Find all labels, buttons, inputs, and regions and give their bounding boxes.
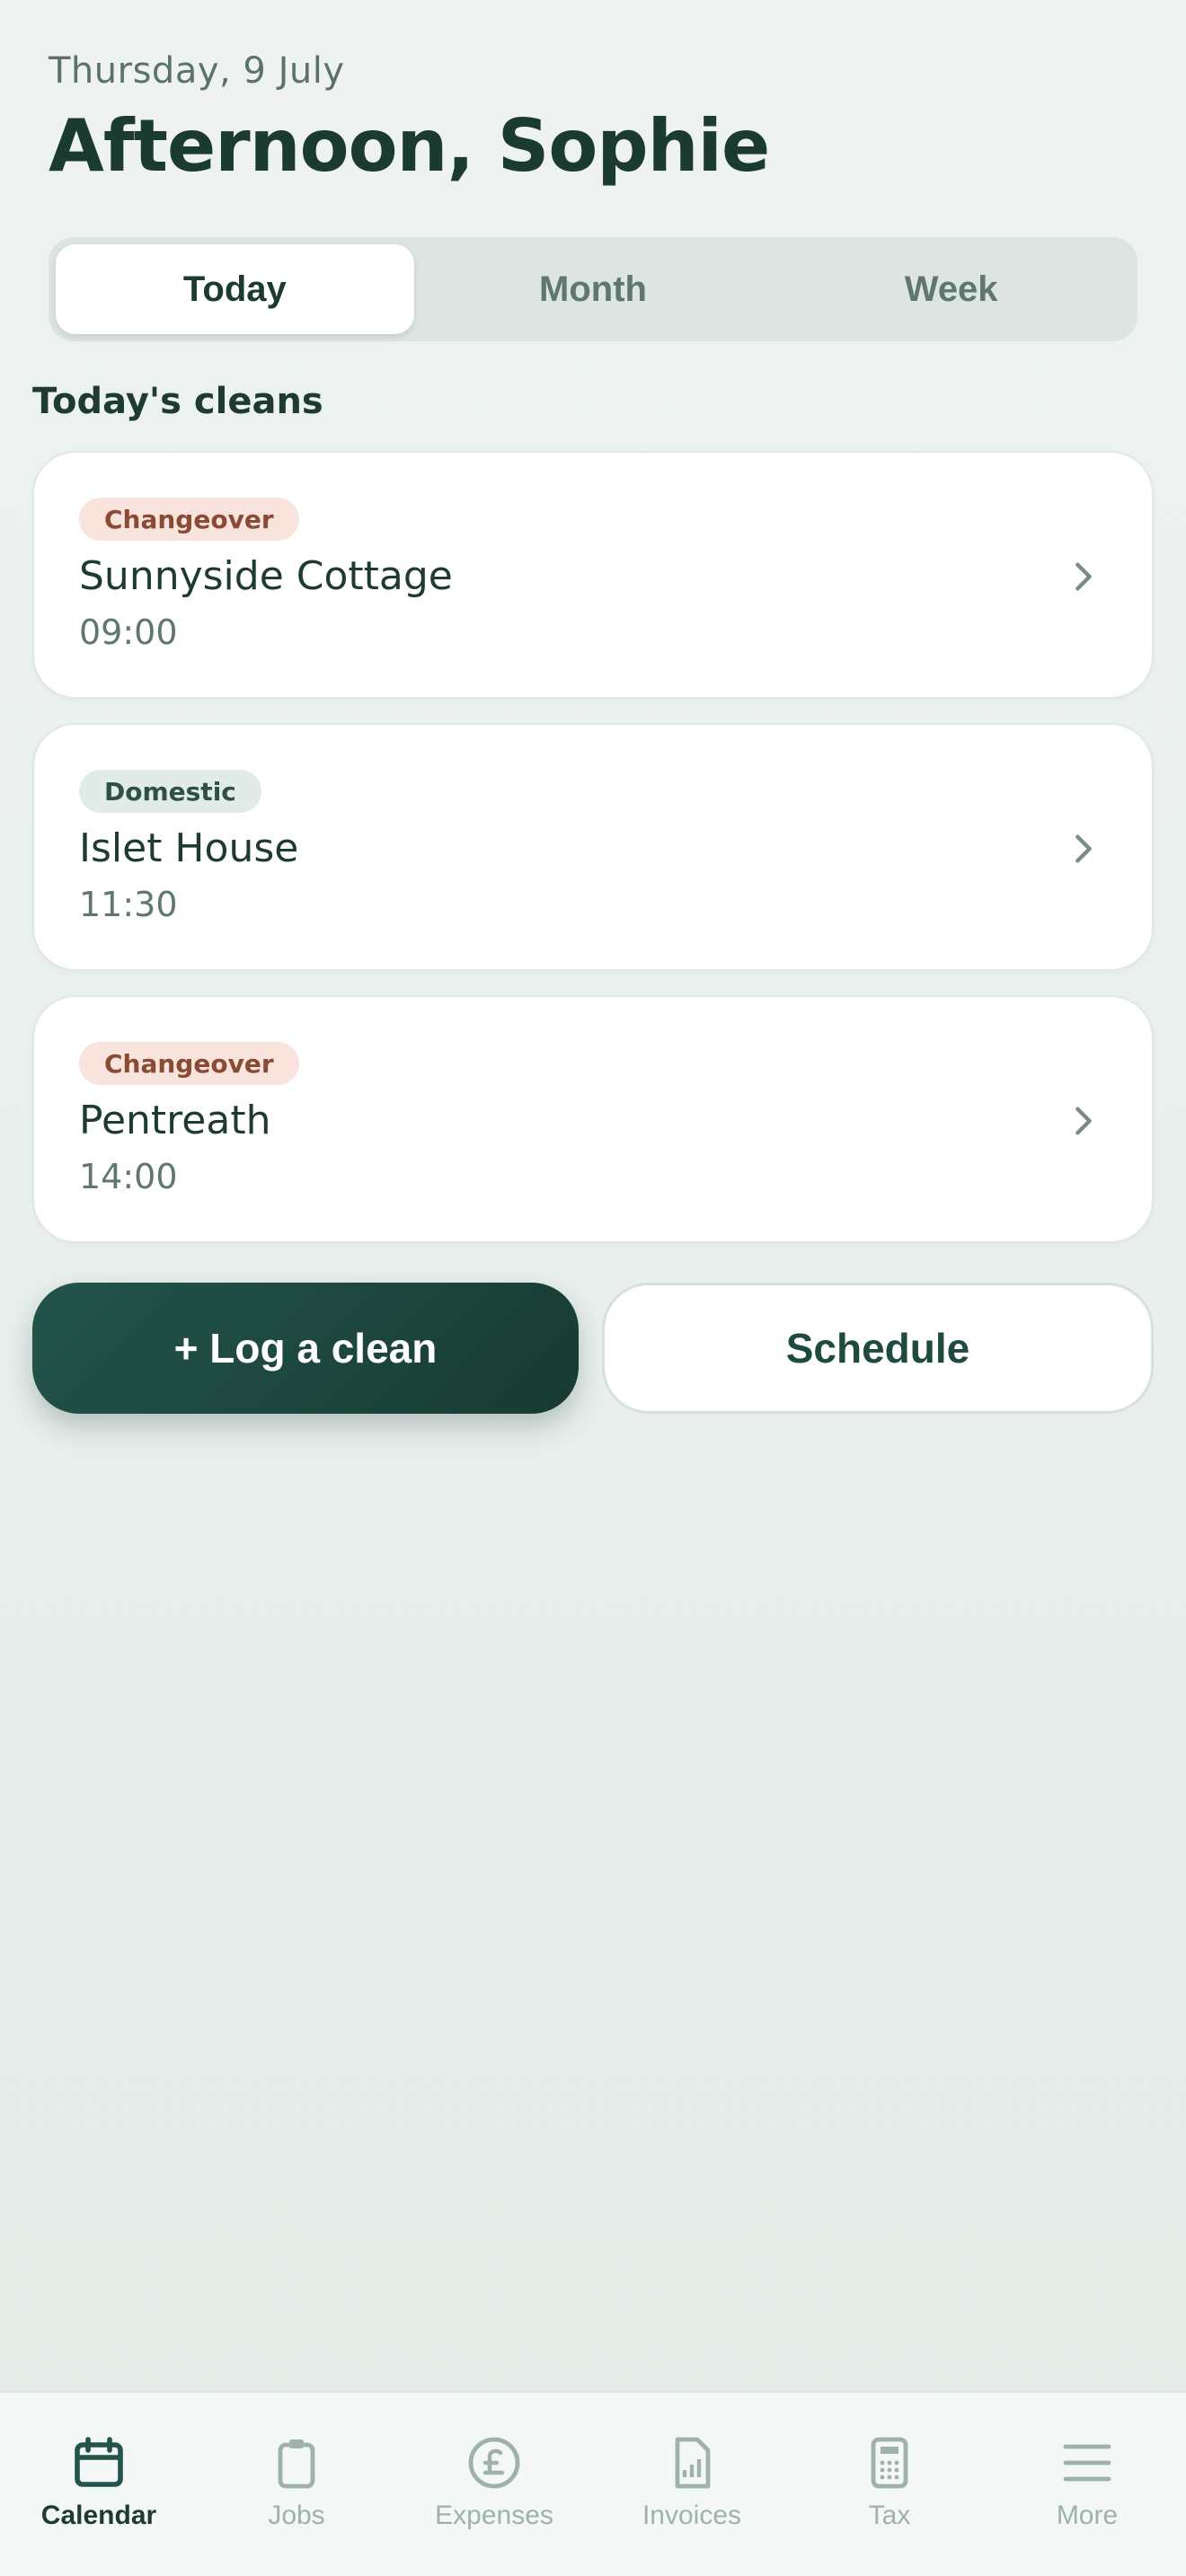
property-name: Islet House <box>79 825 299 871</box>
clean-time: 09:00 <box>79 613 178 652</box>
clean-type-badge: Changeover <box>79 498 299 541</box>
chevron-right-icon <box>1075 834 1092 863</box>
tab-expenses[interactable]: Expenses <box>395 2393 593 2576</box>
clean-card[interactable]: Changeover Pentreath 14:00 <box>32 995 1154 1243</box>
tab-label: Calendar <box>40 2501 157 2530</box>
clean-card[interactable]: Domestic Islet House 11:30 <box>32 723 1154 971</box>
clean-time: 11:30 <box>79 885 178 924</box>
pound-icon <box>468 2437 520 2489</box>
log-clean-button[interactable]: + Log a clean <box>32 1283 579 1414</box>
chevron-right-icon <box>1075 562 1092 591</box>
tab-calendar[interactable]: Calendar <box>0 2393 198 2576</box>
section-title: Today's cleans <box>32 381 323 422</box>
clean-card[interactable]: Changeover Sunnyside Cottage 09:00 <box>32 451 1154 699</box>
tab-label: Expenses <box>435 2501 553 2530</box>
clean-type-badge: Domestic <box>79 770 261 813</box>
clean-type-badge: Changeover <box>79 1042 299 1085</box>
segment-week[interactable]: Week <box>772 244 1130 334</box>
clean-time: 14:00 <box>79 1157 178 1196</box>
property-name: Sunnyside Cottage <box>79 553 453 599</box>
tab-label: Tax <box>868 2501 911 2530</box>
calculator-icon <box>871 2437 908 2489</box>
tab-label: Invoices <box>642 2501 742 2530</box>
view-segmented-control: Today Month Week <box>49 237 1137 341</box>
tab-invoices[interactable]: Invoices <box>593 2393 791 2576</box>
schedule-button[interactable]: Schedule <box>602 1283 1154 1414</box>
invoice-icon <box>675 2437 711 2489</box>
bottom-tab-bar: Calendar Jobs Expenses Invoices Tax More <box>0 2391 1186 2576</box>
tab-more[interactable]: More <box>988 2393 1186 2576</box>
calendar-icon <box>75 2437 123 2487</box>
header: Thursday, 9 July Afternoon, Sophie <box>49 50 770 188</box>
tab-jobs[interactable]: Jobs <box>198 2393 395 2576</box>
segment-month[interactable]: Month <box>414 244 773 334</box>
menu-icon <box>1063 2444 1111 2482</box>
property-name: Pentreath <box>79 1098 271 1143</box>
clipboard-icon <box>278 2439 315 2489</box>
tab-tax[interactable]: Tax <box>791 2393 988 2576</box>
chevron-right-icon <box>1075 1107 1092 1135</box>
current-date: Thursday, 9 July <box>49 50 345 92</box>
tab-label: More <box>1056 2501 1119 2530</box>
tab-label: Jobs <box>268 2501 325 2530</box>
segment-today[interactable]: Today <box>56 244 414 334</box>
greeting-title: Afternoon, Sophie <box>49 104 770 188</box>
